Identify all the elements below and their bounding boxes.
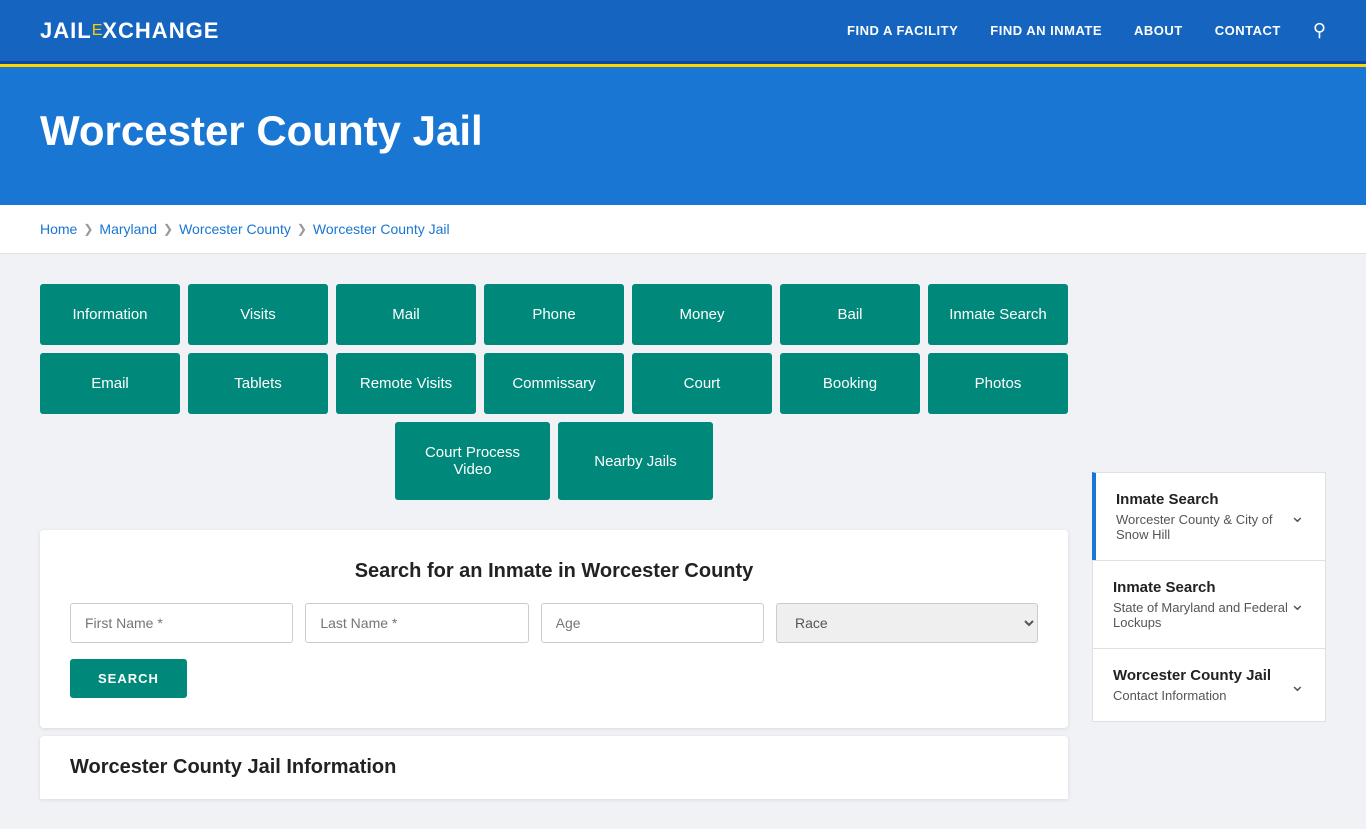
logo-jail-text: JAIL	[40, 18, 92, 44]
button-grid: Information Visits Mail Phone Money Bail…	[40, 284, 1068, 500]
sidebar-card-title-contact: Worcester County Jail	[1113, 667, 1271, 684]
last-name-input[interactable]	[305, 603, 528, 643]
nav-find-an-inmate[interactable]: FIND AN INMATE	[990, 23, 1102, 38]
sidebar-card-subtitle-contact: Contact Information	[1113, 688, 1271, 703]
race-select[interactable]: Race White Black Hispanic Asian Other	[776, 603, 1038, 643]
sidebar-card-inmate-search-local[interactable]: Inmate Search Worcester County & City of…	[1092, 472, 1326, 560]
first-name-input[interactable]	[70, 603, 293, 643]
search-fields: Race White Black Hispanic Asian Other	[70, 603, 1038, 643]
left-column: Information Visits Mail Phone Money Bail…	[40, 284, 1068, 799]
button-row-2: Email Tablets Remote Visits Commissary C…	[40, 353, 1068, 414]
visits-btn[interactable]: Visits	[188, 284, 328, 345]
sidebar-card-text-state: Inmate Search State of Maryland and Fede…	[1113, 579, 1290, 630]
information-btn[interactable]: Information	[40, 284, 180, 345]
header: JAILEXCHANGE FIND A FACILITY FIND AN INM…	[0, 0, 1366, 64]
bail-btn[interactable]: Bail	[780, 284, 920, 345]
logo[interactable]: JAILEXCHANGE	[40, 18, 219, 44]
sidebar-card-inmate-search-state[interactable]: Inmate Search State of Maryland and Fede…	[1092, 560, 1326, 648]
nav-about[interactable]: ABOUT	[1134, 23, 1183, 38]
right-sidebar: Inmate Search Worcester County & City of…	[1092, 472, 1326, 722]
breadcrumb-worcester-county[interactable]: Worcester County	[179, 221, 291, 237]
search-icon-button[interactable]: ⚲	[1313, 20, 1326, 41]
tablets-btn[interactable]: Tablets	[188, 353, 328, 414]
chevron-down-icon-local: ⌄	[1290, 506, 1305, 527]
mail-btn[interactable]: Mail	[336, 284, 476, 345]
breadcrumb-maryland[interactable]: Maryland	[99, 221, 157, 237]
page-title: Worcester County Jail	[40, 107, 1326, 155]
nearby-jails-btn[interactable]: Nearby Jails	[558, 422, 713, 500]
sidebar-card-title-state: Inmate Search	[1113, 579, 1290, 596]
booking-btn[interactable]: Booking	[780, 353, 920, 414]
sidebar-card-text-local: Inmate Search Worcester County & City of…	[1116, 491, 1290, 542]
remote-visits-btn[interactable]: Remote Visits	[336, 353, 476, 414]
sidebar-card-subtitle-local: Worcester County & City of Snow Hill	[1116, 512, 1290, 542]
sidebar-card-title-local: Inmate Search	[1116, 491, 1290, 508]
inmate-search-box: Search for an Inmate in Worcester County…	[40, 530, 1068, 728]
breadcrumb-sep-3: ❯	[297, 222, 307, 236]
nav-contact[interactable]: CONTACT	[1215, 23, 1281, 38]
email-btn[interactable]: Email	[40, 353, 180, 414]
nav-find-a-facility[interactable]: FIND A FACILITY	[847, 23, 958, 38]
sidebar-card-text-contact: Worcester County Jail Contact Informatio…	[1113, 667, 1271, 703]
search-button[interactable]: SEARCH	[70, 659, 187, 698]
court-process-video-btn[interactable]: Court Process Video	[395, 422, 550, 500]
breadcrumb-home[interactable]: Home	[40, 221, 77, 237]
logo-x-text: E	[92, 22, 103, 40]
breadcrumb: Home ❯ Maryland ❯ Worcester County ❯ Wor…	[0, 205, 1366, 254]
button-row-1: Information Visits Mail Phone Money Bail…	[40, 284, 1068, 345]
inmate-search-btn[interactable]: Inmate Search	[928, 284, 1068, 345]
nav: FIND A FACILITY FIND AN INMATE ABOUT CON…	[847, 20, 1326, 41]
logo-exchange-text: XCHANGE	[102, 18, 219, 44]
phone-btn[interactable]: Phone	[484, 284, 624, 345]
money-btn[interactable]: Money	[632, 284, 772, 345]
age-input[interactable]	[541, 603, 764, 643]
sidebar-card-contact-info[interactable]: Worcester County Jail Contact Informatio…	[1092, 648, 1326, 722]
breadcrumb-sep-2: ❯	[163, 222, 173, 236]
sidebar-card-subtitle-state: State of Maryland and Federal Lockups	[1113, 600, 1290, 630]
chevron-down-icon-state: ⌄	[1290, 594, 1305, 615]
chevron-down-icon-contact: ⌄	[1290, 675, 1305, 696]
photos-btn[interactable]: Photos	[928, 353, 1068, 414]
search-title: Search for an Inmate in Worcester County	[70, 560, 1038, 583]
breadcrumb-current: Worcester County Jail	[313, 221, 450, 237]
button-row-3: Court Process Video Nearby Jails	[40, 422, 1068, 500]
main-content: Information Visits Mail Phone Money Bail…	[0, 254, 1366, 829]
hero-section: Worcester County Jail	[0, 67, 1366, 205]
commissary-btn[interactable]: Commissary	[484, 353, 624, 414]
breadcrumb-sep-1: ❯	[83, 222, 93, 236]
court-btn[interactable]: Court	[632, 353, 772, 414]
